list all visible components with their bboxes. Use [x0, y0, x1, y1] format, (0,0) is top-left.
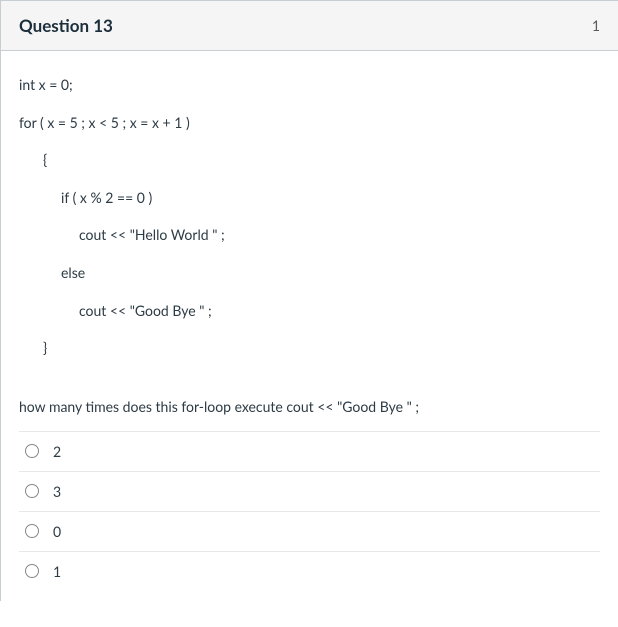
answer-option[interactable]: 0 — [19, 512, 600, 552]
code-line: cout << "Good Bye " ; — [19, 301, 600, 321]
question-container: Question 13 1 int x = 0; for ( x = 5 ; x… — [0, 0, 618, 601]
radio-icon — [25, 524, 39, 538]
question-points: 1 — [592, 17, 600, 34]
radio-icon — [25, 444, 39, 458]
code-line: else — [19, 263, 600, 283]
code-line: if ( x % 2 == 0 ) — [19, 188, 600, 208]
code-block: int x = 0; for ( x = 5 ; x < 5 ; x = x +… — [19, 75, 600, 358]
answer-label: 1 — [53, 563, 61, 580]
code-line: for ( x = 5 ; x < 5 ; x = x + 1 ) — [19, 113, 600, 133]
answer-list: 2 3 0 1 — [19, 431, 600, 591]
answer-option[interactable]: 1 — [19, 552, 600, 591]
code-line: int x = 0; — [19, 75, 600, 95]
code-line: cout << "Hello World " ; — [19, 225, 600, 245]
answer-label: 2 — [53, 443, 61, 460]
question-title: Question 13 — [19, 15, 113, 36]
answer-label: 0 — [53, 523, 61, 540]
code-line: { — [19, 150, 600, 170]
answer-option[interactable]: 2 — [19, 431, 600, 472]
answer-option[interactable]: 3 — [19, 472, 600, 512]
question-header: Question 13 1 — [1, 0, 618, 51]
code-line: } — [19, 338, 600, 358]
answer-label: 3 — [53, 483, 61, 500]
radio-icon — [25, 484, 39, 498]
question-text: how many times does this for-loop execut… — [19, 396, 600, 417]
radio-icon — [25, 564, 39, 578]
question-body: int x = 0; for ( x = 5 ; x < 5 ; x = x +… — [1, 51, 618, 601]
